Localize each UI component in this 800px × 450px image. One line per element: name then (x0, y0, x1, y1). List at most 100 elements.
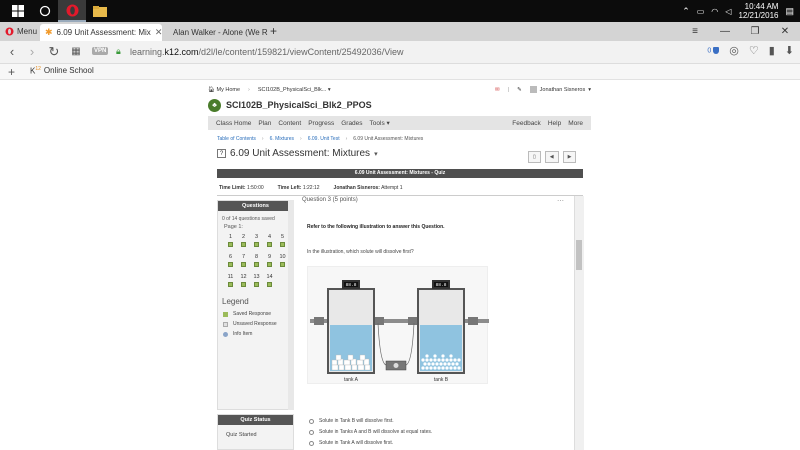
radio-button[interactable] (309, 440, 314, 446)
nav-right: Feedback Help More (512, 120, 583, 127)
question-link[interactable]: 3 (250, 234, 263, 247)
tab-alan-walker[interactable]: Alan Walker - Alone (We R ✕ (164, 24, 268, 41)
forward-icon[interactable]: › (24, 44, 40, 59)
question-link[interactable]: 7 (237, 254, 250, 267)
close-window-icon[interactable]: ✕ (770, 22, 800, 41)
minimize-icon[interactable]: — (710, 22, 740, 41)
answer-option-label: Solute in Tank A will dissolve first. (319, 440, 394, 446)
answer-option[interactable]: Solute in Tank A will dissolve first. (309, 440, 432, 446)
address-bar-row: ‹ › ↻ ▦ VPN 🔒︎ learning.k12.com/d2l/le/c… (0, 41, 800, 64)
question-link[interactable]: 6 (224, 254, 237, 267)
file-explorer-icon[interactable] (86, 0, 114, 22)
saved-response-icon (228, 242, 233, 247)
radio-button[interactable] (309, 418, 314, 424)
reload-icon[interactable]: ↻ (46, 44, 62, 60)
timer-row: Time Limit: 1:50:00 Time Left: 1:22:12 J… (219, 185, 402, 191)
opera-taskbar-icon[interactable] (58, 0, 86, 22)
course-selector[interactable]: SCI102B_PhysicalSci_Blk... ▾ (258, 87, 331, 93)
question-link[interactable]: 8 (250, 254, 263, 267)
battery-saver-icon[interactable]: ▮ (769, 44, 775, 57)
time-limit-value: 1:50:00 (246, 185, 264, 191)
nav-content[interactable]: Content (278, 120, 301, 127)
my-home-label: My Home (216, 86, 241, 93)
restore-icon[interactable]: ❐ (740, 22, 770, 41)
messages-icon[interactable]: ✎ (517, 87, 522, 93)
breadcrumb-toc[interactable]: Table of Contents (217, 136, 256, 142)
tab-menu-icon[interactable]: ≡ (680, 22, 710, 41)
vpn-badge[interactable]: VPN (92, 47, 109, 55)
user-menu[interactable]: Jonathan Sisneros ▾ (529, 86, 591, 93)
notifications-icon[interactable]: ▤ (785, 6, 794, 17)
nav-help[interactable]: Help (548, 120, 561, 127)
question-options-icon[interactable]: ⋯ (557, 197, 564, 205)
legend-title: Legend (222, 297, 249, 306)
tab-unit-assessment[interactable]: ✱ 6.09 Unit Assessment: Mix ✕ (40, 24, 162, 41)
question-link[interactable]: 12 (237, 274, 250, 287)
bookmark-label: Online School (43, 66, 94, 76)
clock-date: 12/21/2016 (738, 11, 779, 20)
chevron-up-icon[interactable]: ⌃ (682, 6, 690, 17)
address-bar-actions: 0 ◎ ♡ ▮ ⬇ (707, 44, 794, 57)
question-link[interactable]: 4 (263, 234, 276, 247)
search-icon[interactable] (32, 0, 58, 22)
question-link[interactable]: 13 (250, 274, 263, 287)
breadcrumb-unit-test[interactable]: 6.09. Unit Test (308, 136, 340, 142)
page-title: 6.09 Unit Assessment: Mixtures (230, 148, 371, 159)
bookmark-button[interactable]: ▯ (528, 151, 541, 163)
my-home-link[interactable]: 🏠︎ My Home (208, 87, 240, 93)
question-link[interactable]: 9 (263, 254, 276, 267)
nav-feedback[interactable]: Feedback (512, 120, 541, 127)
question-number: 12 (240, 274, 247, 280)
nav-grades[interactable]: Grades (341, 120, 362, 127)
radio-button[interactable] (309, 429, 314, 435)
close-tab-icon[interactable]: ✕ (155, 27, 162, 38)
previous-topic-button[interactable]: ◀ (544, 151, 559, 163)
chevron-down-icon[interactable]: ▾ (374, 150, 378, 158)
nav-tools[interactable]: Tools ▾ (370, 119, 390, 127)
nav-progress[interactable]: Progress (308, 120, 334, 127)
heart-icon[interactable]: ♡ (749, 44, 759, 57)
question-link[interactable]: 14 (263, 274, 276, 287)
download-icon[interactable]: ⬇ (785, 44, 794, 57)
next-topic-button[interactable]: ▶ (562, 151, 577, 163)
windows-start-icon[interactable] (4, 0, 32, 22)
breadcrumb-mixtures[interactable]: 6. Mixtures (270, 136, 294, 142)
questions-panel-scrollbar[interactable] (288, 200, 294, 410)
battery-icon[interactable]: ▭ (697, 7, 705, 16)
opera-menu-button[interactable]: Menu (2, 24, 40, 39)
question-link[interactable]: 1 (224, 234, 237, 247)
alerts-icon[interactable]: ✉︎ (495, 87, 500, 93)
content-scrollbar[interactable] (574, 196, 584, 450)
adblock-count[interactable]: 0 (707, 46, 720, 54)
browser-tab-bar: Menu ✱ 6.09 Unit Assessment: Mix ✕ Alan … (0, 22, 800, 41)
question-link[interactable]: 2 (237, 234, 250, 247)
nav-more[interactable]: More (568, 120, 583, 127)
answer-option[interactable]: Solute in Tank B will dissolve first. (309, 418, 432, 424)
nav-plan[interactable]: Plan (258, 120, 271, 127)
volume-icon[interactable]: ◁ (725, 7, 731, 16)
clock[interactable]: 10:44 AM 12/21/2016 (738, 2, 778, 20)
new-tab-button[interactable]: + (270, 24, 277, 38)
question-link[interactable]: 11 (224, 274, 237, 287)
saved-response-icon (223, 311, 228, 317)
course-title[interactable]: SCI102B_PhysicalSci_Blk2_PPOS (226, 100, 372, 110)
speed-dial-icon[interactable]: ▦ (68, 46, 84, 57)
quiz-status-header: Quiz Status (218, 415, 293, 425)
saved-response-icon (280, 242, 285, 247)
answer-option[interactable]: Solute in Tanks A and B will dissolve at… (309, 429, 432, 435)
bookmark-online-school[interactable]: K12 Online School (30, 66, 94, 76)
snapshot-icon[interactable]: ◎ (729, 44, 739, 57)
nav-class-home[interactable]: Class Home (216, 120, 251, 127)
tank-b-label: tank B (434, 377, 449, 383)
legend-unsaved-label: Unsaved Response (233, 321, 277, 327)
url-input[interactable]: learning.k12.com/d2l/le/content/159821/v… (130, 47, 404, 57)
saved-response-icon (267, 242, 272, 247)
lock-icon[interactable]: 🔒︎ (116, 46, 121, 57)
back-icon[interactable]: ‹ (4, 44, 20, 59)
content-scrollbar-thumb[interactable] (576, 240, 582, 270)
add-bookmark-icon[interactable]: + (8, 65, 15, 79)
saved-response-icon (267, 282, 272, 287)
url-prefix: learning. (130, 47, 165, 57)
wifi-icon[interactable]: ◠ (711, 7, 718, 16)
questions-panel-header: Questions (218, 201, 293, 211)
